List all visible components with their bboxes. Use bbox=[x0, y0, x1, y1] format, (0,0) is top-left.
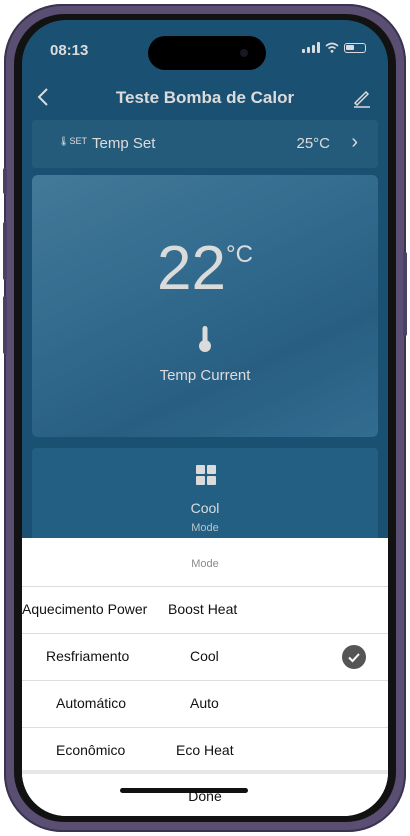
option-label-en: Eco Heat bbox=[176, 742, 234, 758]
option-label-en: Boost Heat bbox=[168, 601, 238, 617]
option-label-pt: Aquecimento Power bbox=[22, 601, 148, 617]
mode-option-boost-heat[interactable]: Aquecimento Power Boost Heat bbox=[22, 587, 388, 634]
mode-option-eco-heat[interactable]: Econômico Eco Heat bbox=[22, 728, 388, 774]
option-label-pt: Automático bbox=[56, 695, 127, 711]
option-label-pt: Resfriamento bbox=[46, 648, 130, 664]
option-label-pt: Econômico bbox=[56, 742, 126, 758]
checkmark-icon bbox=[342, 645, 366, 669]
mode-option-auto[interactable]: Automático Auto bbox=[22, 681, 388, 728]
done-button[interactable]: Done bbox=[22, 770, 388, 816]
mode-option-cool[interactable]: Resfriamento Cool bbox=[22, 634, 388, 681]
option-label-en: Auto bbox=[190, 695, 219, 711]
modal-backdrop[interactable] bbox=[22, 20, 388, 550]
side-button-power bbox=[403, 252, 407, 336]
side-button-volume-up bbox=[3, 222, 7, 280]
option-label-en: Cool bbox=[190, 648, 219, 664]
side-button-action bbox=[3, 168, 7, 194]
side-button-volume-down bbox=[3, 296, 7, 354]
phone-screen: 08:13 Teste Bomba de Calor 🌡SET Temp Set… bbox=[22, 20, 388, 816]
sheet-header: Mode bbox=[22, 538, 388, 587]
mode-action-sheet: Mode Aquecimento Power Boost Heat Resfri… bbox=[22, 538, 388, 816]
sheet-title: Mode bbox=[191, 558, 219, 570]
home-indicator[interactable] bbox=[120, 788, 248, 793]
